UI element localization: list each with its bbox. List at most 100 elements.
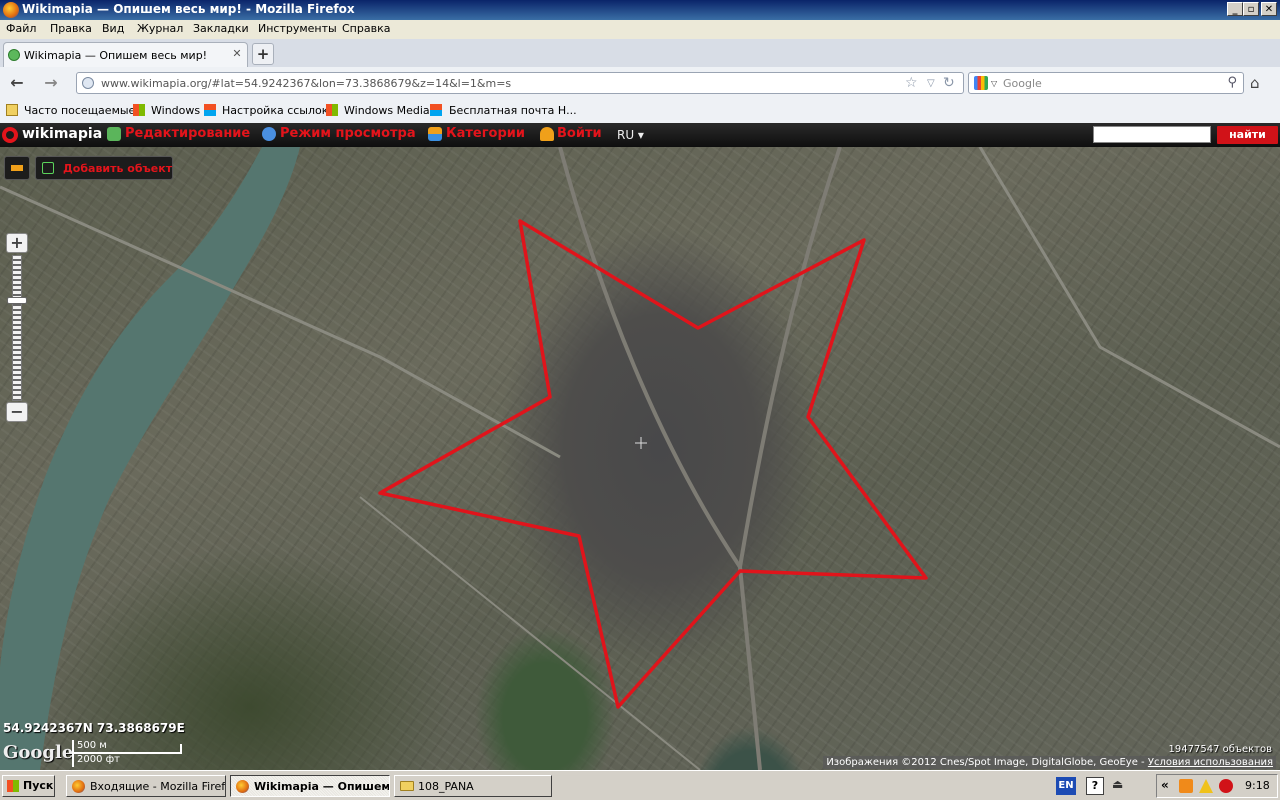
menu-view[interactable]: Вид (102, 22, 124, 35)
reload-icon[interactable]: ↻ (943, 75, 955, 91)
url-text: www.wikimapia.org/#lat=54.9242367&lon=73… (101, 77, 512, 90)
scale-metric: 500 м (77, 740, 107, 751)
menu-tools[interactable]: Инструменты (258, 22, 337, 35)
task-label: Wikimapia — Опишем ве... (254, 780, 390, 793)
terms-link[interactable]: Условия использования (1148, 757, 1273, 768)
bookmark-customize-links[interactable]: Настройка ссылок (222, 104, 328, 117)
star-polygon[interactable] (378, 219, 928, 709)
zoom-control: + − (6, 233, 28, 423)
firefox-icon (3, 2, 19, 18)
add-object-label: Добавить объект (63, 162, 173, 175)
usb-icon[interactable]: ⏏ (1112, 777, 1123, 791)
categories-icon (428, 127, 442, 141)
zoom-out-button[interactable]: − (6, 402, 28, 422)
categories-link[interactable]: Категории (446, 126, 525, 141)
window-title-bar: Wikimapia — Опишем весь мир! - Mozilla F… (0, 0, 1280, 20)
home-icon[interactable]: ⌂ (1250, 74, 1260, 92)
zoom-slider-handle[interactable] (7, 297, 27, 304)
bookmark-windows[interactable]: Windows (151, 104, 200, 117)
add-object-icon (42, 162, 54, 174)
object-count: 19477547 объектов (1168, 744, 1272, 755)
firefox-icon (72, 780, 85, 793)
task-inbox-firefox[interactable]: Входящие - Mozilla Firefox (66, 775, 226, 797)
task-label: 108_PANA (418, 780, 474, 793)
attribution-text: Изображения ©2012 Cnes/Spot Image, Digit… (826, 757, 1145, 768)
map-overlay (0, 147, 1280, 770)
clock: 9:18 (1245, 779, 1270, 792)
start-label: Пуск (23, 779, 54, 792)
scale-tick (180, 744, 182, 754)
tray-expand-icon[interactable]: « (1161, 778, 1169, 792)
zoom-slider[interactable] (12, 255, 22, 401)
engine-dropdown-icon[interactable]: ▽ (991, 79, 997, 88)
wikimapia-logo-text: wikimapia (22, 126, 103, 142)
task-wikimapia-firefox[interactable]: Wikimapia — Опишем ве... (230, 775, 390, 797)
scale-bar: 500 м 2000 фт (72, 740, 184, 768)
road (978, 147, 1280, 449)
folder-icon (400, 781, 414, 791)
language-selector[interactable]: RU ▾ (617, 128, 644, 142)
bookmark-windows-media[interactable]: Windows Media (344, 104, 430, 117)
close-button[interactable]: ✕ (1261, 2, 1277, 16)
windows-flag-icon (7, 780, 19, 792)
google-engine-icon[interactable] (974, 76, 988, 90)
bookmark-most-visited[interactable]: Часто посещаемые (24, 104, 135, 117)
task-label: Входящие - Mozilla Firefox (90, 780, 226, 793)
view-mode-link[interactable]: Режим просмотра (280, 126, 416, 141)
maximize-button[interactable]: ▫ (1243, 2, 1259, 16)
bookmarks-bar: Часто посещаемые Windows Настройка ссыло… (0, 99, 1280, 124)
zoom-in-button[interactable]: + (6, 233, 28, 253)
map-attribution: Изображения ©2012 Cnes/Spot Image, Digit… (823, 756, 1276, 769)
forward-button[interactable]: → (40, 73, 62, 93)
tab-label: Wikimapia — Опишем весь мир! (24, 49, 208, 62)
task-folder-108pana[interactable]: 108_PANA (394, 775, 552, 797)
tray-app-icon[interactable] (1179, 779, 1193, 793)
tab-wikimapia[interactable]: Wikimapia — Опишем весь мир! ✕ (3, 42, 248, 67)
search-box[interactable]: ▽ Google ⚲ (968, 72, 1244, 94)
help-icon[interactable]: ? (1086, 777, 1104, 795)
bookmark-free-mail[interactable]: Бесплатная почта Н... (449, 104, 577, 117)
wikimapia-toolbar: wikimapia Редактирование Режим просмотра… (0, 123, 1280, 148)
login-link[interactable]: Войти (557, 126, 602, 141)
scale-imperial: 2000 фт (77, 754, 121, 765)
site-identity-icon[interactable] (82, 77, 94, 89)
system-tray: « 9:18 (1156, 774, 1278, 798)
back-button[interactable]: ← (6, 73, 28, 93)
wikimapia-logo-icon (2, 127, 18, 143)
antivirus-icon[interactable] (1219, 779, 1233, 793)
start-button[interactable]: Пуск (2, 775, 55, 797)
tab-close-icon[interactable]: ✕ (231, 48, 243, 60)
folder-icon (6, 104, 18, 116)
new-tab-button[interactable]: + (252, 43, 274, 65)
menu-history[interactable]: Журнал (137, 22, 183, 35)
menu-bar: Файл Правка Вид Журнал Закладки Инструме… (0, 20, 1280, 39)
windows-flag-icon (326, 104, 338, 116)
map-search-input[interactable] (1093, 126, 1211, 143)
windows-flag-icon (204, 104, 216, 116)
menu-file[interactable]: Файл (6, 22, 36, 35)
coordinates-readout: 54.9242367N 73.3868679E (3, 721, 185, 735)
language-indicator[interactable]: EN (1056, 777, 1076, 795)
bookmark-star-icon[interactable]: ☆ (905, 75, 918, 91)
globe-icon (8, 49, 20, 61)
firefox-icon (236, 780, 249, 793)
menu-edit[interactable]: Правка (50, 22, 92, 35)
windows-flag-icon (133, 104, 145, 116)
url-dropdown-icon[interactable]: ▽ (927, 78, 935, 89)
add-object-button[interactable]: Добавить объект (35, 156, 173, 180)
edit-mode-link[interactable]: Редактирование (125, 126, 250, 141)
ruler-tool-button[interactable] (4, 156, 30, 180)
map-search-button[interactable]: найти (1217, 126, 1278, 144)
menu-bookmarks[interactable]: Закладки (193, 22, 249, 35)
search-icon[interactable]: ⚲ (1227, 75, 1237, 90)
railway (558, 147, 762, 770)
minimize-button[interactable]: _ (1227, 2, 1243, 16)
river (0, 147, 300, 770)
windows-flag-icon (430, 104, 442, 116)
url-bar[interactable]: www.wikimapia.org/#lat=54.9242367&lon=73… (76, 72, 964, 94)
satellite-map[interactable]: Добавить объект + − 54.9242367N 73.38686… (0, 147, 1280, 770)
window-title: Wikimapia — Опишем весь мир! - Mozilla F… (22, 2, 355, 16)
warning-icon[interactable] (1199, 779, 1213, 793)
taskbar: Пуск Входящие - Mozilla Firefox Wikimapi… (0, 770, 1280, 800)
menu-help[interactable]: Справка (342, 22, 390, 35)
